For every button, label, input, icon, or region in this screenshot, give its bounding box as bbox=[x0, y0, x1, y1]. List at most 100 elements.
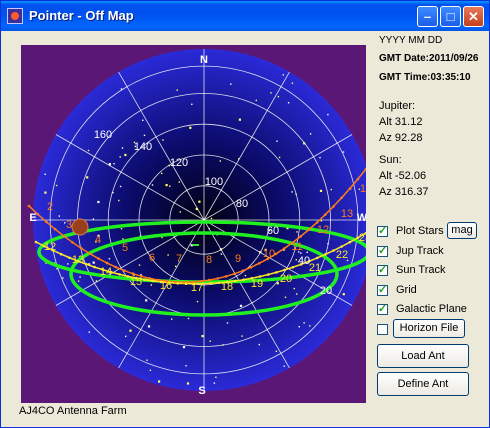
star bbox=[190, 244, 193, 247]
sun-track-dot bbox=[348, 240, 352, 244]
horizon-file-checkbox[interactable] bbox=[377, 321, 388, 337]
sun-track-dot bbox=[217, 281, 221, 285]
gmt-time-value: 03:35:10 bbox=[430, 72, 471, 83]
gmt-date-value: 2011/09/26 bbox=[429, 53, 479, 64]
maximize-button[interactable]: □ bbox=[440, 6, 461, 27]
star bbox=[185, 365, 187, 367]
star bbox=[327, 113, 329, 116]
star bbox=[283, 365, 285, 367]
load-ant-button[interactable]: Load Ant bbox=[377, 344, 469, 368]
star bbox=[186, 382, 190, 385]
star bbox=[198, 200, 201, 203]
jupiter-az-value: 92.28 bbox=[394, 132, 423, 144]
star bbox=[142, 119, 144, 121]
gmt-date: GMT Date:2011/09/26 bbox=[379, 53, 479, 64]
mag-button[interactable]: mag bbox=[447, 222, 477, 239]
sun-track-label[interactable]: Sun Track bbox=[396, 264, 446, 276]
jupiter-track-label: 2 bbox=[47, 201, 53, 213]
jupiter-track-dot bbox=[62, 234, 66, 238]
sun-track-label: 22 bbox=[336, 249, 348, 261]
star bbox=[295, 259, 297, 261]
jup-track-label[interactable]: Jup Track bbox=[396, 245, 444, 257]
sun-az-value: 316.37 bbox=[394, 186, 429, 198]
sun-heading: Sun: bbox=[379, 154, 402, 166]
jupiter-track-dot bbox=[45, 220, 48, 224]
jup-track-check-icon[interactable] bbox=[377, 244, 388, 257]
plot-stars-check-icon[interactable] bbox=[377, 224, 388, 237]
title-bar[interactable]: Pointer - Off Map – □ ✕ bbox=[1, 1, 489, 31]
star bbox=[282, 74, 284, 76]
jupiter-track-dot bbox=[53, 227, 57, 231]
sun-track-dot bbox=[225, 280, 229, 284]
star bbox=[342, 151, 345, 153]
star bbox=[129, 329, 132, 332]
jupiter-track-dot bbox=[274, 252, 278, 256]
galactic-plane-checkbox[interactable]: Galactic Plane bbox=[377, 301, 467, 317]
jupiter-track-dot bbox=[258, 262, 261, 265]
star bbox=[296, 231, 298, 233]
grid-check-icon[interactable] bbox=[377, 283, 388, 296]
star bbox=[125, 335, 127, 338]
star bbox=[143, 134, 146, 136]
star bbox=[182, 346, 186, 349]
plot-stars-label[interactable]: Plot Stars bbox=[396, 225, 444, 237]
star bbox=[44, 191, 47, 194]
sky-map-canvas[interactable]: 2345678910111213141213141516171819202122… bbox=[21, 45, 366, 403]
jupiter-track-dot bbox=[123, 269, 126, 272]
south-label: S bbox=[198, 385, 205, 397]
grid-checkbox[interactable]: Grid bbox=[377, 282, 417, 298]
jupiter-track-dot bbox=[131, 272, 135, 275]
jupiter-track-dot bbox=[291, 241, 294, 244]
close-button[interactable]: ✕ bbox=[463, 6, 484, 27]
star bbox=[165, 184, 168, 187]
galactic-plane-check-icon[interactable] bbox=[377, 302, 388, 315]
star bbox=[220, 253, 223, 255]
jupiter-track-dot bbox=[71, 241, 74, 244]
sun-track-label: 12 bbox=[44, 241, 56, 253]
star bbox=[309, 133, 312, 135]
star bbox=[161, 172, 163, 175]
minimize-button[interactable]: – bbox=[417, 6, 438, 27]
plot-stars-checkbox[interactable]: Plot Stars bbox=[377, 223, 444, 239]
sun-track-dot bbox=[234, 279, 237, 283]
jupiter-az: Az 92.28 bbox=[379, 132, 422, 144]
jupiter-track-label: 13 bbox=[341, 208, 353, 220]
gmt-time: GMT Time:03:35:10 bbox=[379, 72, 471, 83]
star bbox=[215, 376, 217, 378]
star bbox=[277, 95, 280, 98]
star bbox=[230, 83, 232, 85]
altitude-label: 120 bbox=[170, 157, 188, 169]
sun-track-dot bbox=[101, 268, 105, 272]
star bbox=[146, 359, 148, 361]
horizon-file-check-icon[interactable] bbox=[377, 323, 388, 335]
jupiter-marker bbox=[71, 218, 89, 236]
sun-track-label: 20 bbox=[280, 273, 292, 285]
sun-track-dot bbox=[176, 282, 179, 285]
grid-label[interactable]: Grid bbox=[396, 284, 417, 296]
star bbox=[147, 325, 151, 328]
star bbox=[201, 335, 204, 338]
jupiter-track-dot bbox=[233, 272, 236, 276]
star bbox=[113, 163, 115, 165]
sun-az-label: Az bbox=[379, 186, 392, 198]
sun-track-dot bbox=[143, 278, 146, 281]
star bbox=[122, 238, 124, 240]
star bbox=[276, 140, 278, 142]
horizon-file-button[interactable]: Horizon File bbox=[393, 319, 465, 338]
jupiter-track-label: 3 bbox=[66, 219, 72, 231]
define-ant-button[interactable]: Define Ant bbox=[377, 372, 469, 396]
sun-track-dot bbox=[291, 266, 295, 269]
galactic-plane-label[interactable]: Galactic Plane bbox=[396, 303, 467, 315]
sun-track-check-icon[interactable] bbox=[377, 263, 388, 276]
altitude-label: 160 bbox=[94, 129, 112, 141]
sky-map[interactable]: 2345678910111213141213141516171819202122… bbox=[21, 45, 366, 403]
star bbox=[330, 188, 332, 191]
star bbox=[97, 200, 100, 204]
sun-track-checkbox[interactable]: Sun Track bbox=[377, 262, 446, 278]
west-label: W bbox=[357, 212, 366, 224]
sun-alt-value: -52.06 bbox=[394, 170, 427, 182]
jup-track-checkbox[interactable]: Jup Track bbox=[377, 243, 444, 259]
jupiter-track-dot bbox=[332, 205, 335, 208]
jupiter-alt: Alt 31.12 bbox=[379, 116, 422, 128]
star bbox=[255, 99, 257, 102]
